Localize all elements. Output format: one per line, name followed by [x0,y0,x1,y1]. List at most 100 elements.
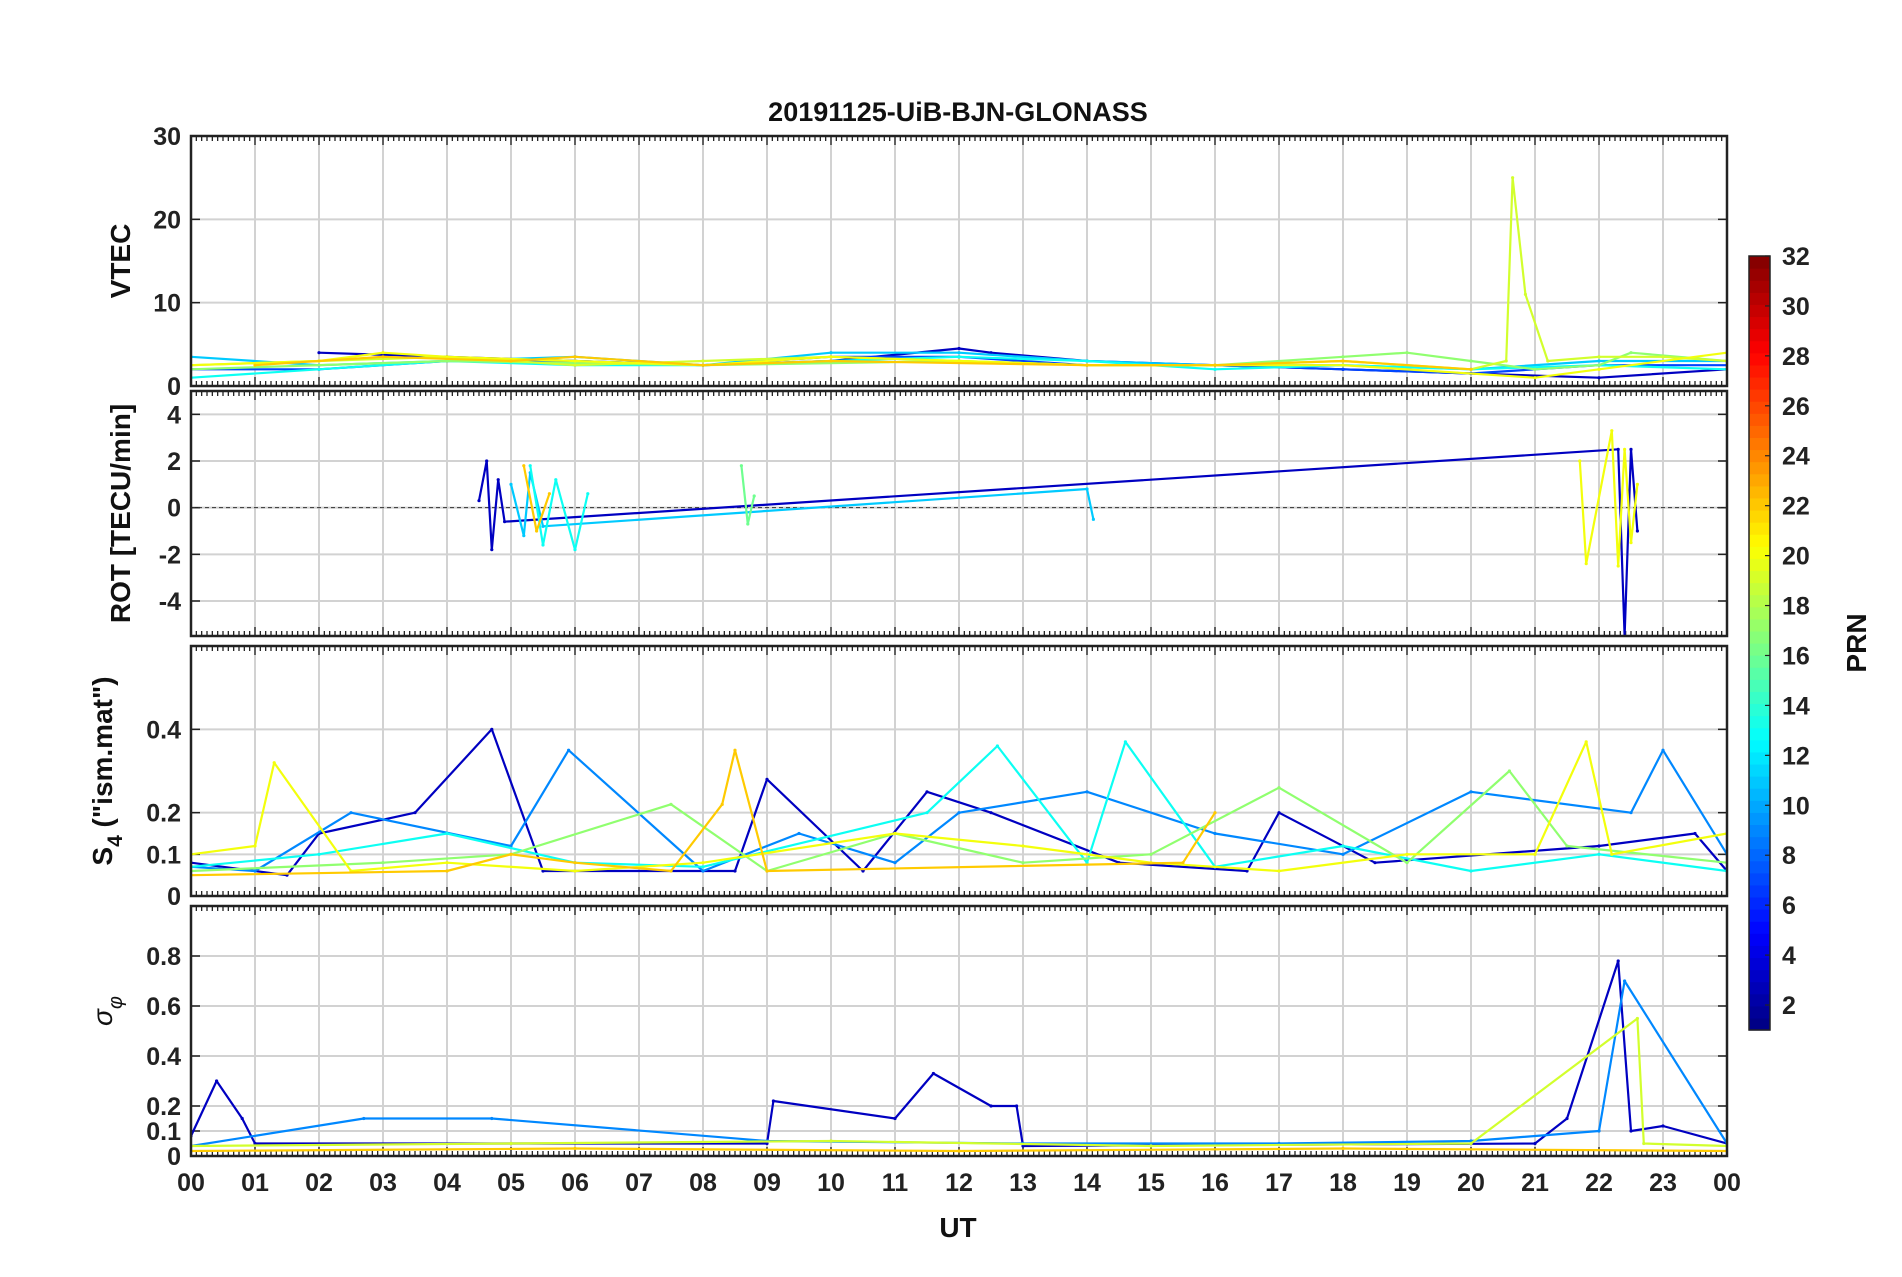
data-point-prn-16 [752,494,756,498]
colorbar-tick-label: 26 [1782,393,1810,421]
data-point-prn-22 [1181,861,1185,865]
data-point-prn-19 [509,1141,513,1146]
y-axis-label-main: S [87,847,118,866]
data-point-prn-19 [1149,1144,1153,1148]
x-tick-label: 19 [1393,1169,1421,1197]
colorbar-segment [1749,497,1770,511]
data-point-prn-3 [925,790,929,794]
data-point-prn-16 [746,522,750,526]
colorbar-tick-label: 28 [1782,343,1810,371]
data-point-prn-17 [1149,852,1153,856]
colorbar-segment [1749,981,1770,995]
y-tick-label: 20 [153,206,181,234]
data-point-prn-17 [1405,351,1409,355]
data-point-prn-20 [1610,852,1614,856]
colorbar-segment [1749,969,1770,983]
colorbar-segment [1749,376,1770,390]
data-point-prn-19 [701,359,705,363]
colorbar-segment [1749,522,1770,535]
y-axis-label-rest: ("ism.mat") [87,676,118,835]
x-tick-label: 11 [882,1169,909,1197]
x-tick-label: 20 [1457,1169,1485,1197]
data-point-prn-20 [1021,844,1025,848]
data-point-prn-22 [1341,359,1345,363]
x-tick-label: 12 [945,1169,973,1197]
data-point-prn-3 [413,811,417,815]
colorbar-segment [1749,570,1770,584]
data-point-prn-11 [829,351,833,355]
data-point-prn-19 [1661,355,1665,359]
colorbar-segment [1749,1005,1770,1019]
colorbar-tick-label: 6 [1782,892,1796,920]
y-tick-label: 30 [153,123,181,151]
data-point-prn-22 [445,869,449,873]
data-point-prn-20 [1341,363,1345,367]
data-point-prn-19 [573,363,577,367]
colorbar-segment [1749,425,1770,439]
colorbar-segment [1749,679,1770,692]
data-point-prn-17 [1405,861,1409,865]
colorbar-segment [1749,328,1770,342]
panel-1: 0 10 20 30 VTEC [105,123,1729,401]
data-point-prn-3 [490,548,494,552]
colorbar-segment [1749,800,1770,813]
data-point-prn-3 [1597,376,1601,380]
colorbar-segment [1749,618,1770,632]
data-point-prn-11 [541,524,545,528]
data-point-prn-22 [1213,363,1217,367]
data-point-prn-20 [445,861,449,865]
data-point-prn-3 [1616,447,1620,451]
data-point-prn-3 [1597,844,1601,848]
y-tick-label: 4 [167,401,181,429]
y-axis-label-sigma: σ [87,1008,118,1026]
x-tick-label: 09 [753,1169,781,1197]
data-point-prn-9 [1341,852,1345,856]
data-point-prn-9 [893,861,897,865]
data-point-prn-13 [317,367,321,371]
data-point-prn-13 [1213,367,1217,371]
colorbar-segment [1749,836,1770,850]
colorbar-tick-label: 4 [1782,942,1796,970]
y-tick-label: 0.4 [146,1043,181,1071]
data-point-prn-19 [1546,359,1550,363]
data-point-prn-9 [957,811,961,815]
colorbar: 2468101214161820222426283032PRN [1748,243,1872,1031]
data-point-prn-20 [1597,367,1601,371]
colorbar-segment [1749,945,1770,959]
colorbar-segment [1749,606,1770,620]
data-point-prn-3 [1635,529,1639,533]
x-tick-label: 06 [561,1169,589,1197]
colorbar-segment [1749,812,1770,826]
data-point-prn-3 [765,777,769,781]
data-point-prn-3 [771,1099,776,1103]
colorbar-segment [1749,437,1770,451]
data-point-prn-3 [1693,831,1697,836]
data-point-prn-3 [893,1116,897,1121]
data-point-prn-20 [1629,541,1633,545]
y-axis-label: VTEC [105,224,136,299]
colorbar-segment [1749,691,1770,705]
data-point-prn-22 [253,363,257,367]
y-tick-label: 0.2 [146,800,181,828]
colorbar-tick-label: 12 [1782,742,1810,770]
data-point-prn-22 [701,363,705,367]
colorbar-segment [1749,763,1770,777]
colorbar-segment [1749,739,1770,753]
data-point-prn-20 [1584,740,1588,744]
data-point-prn-11 [1085,487,1089,491]
data-point-prn-9 [253,869,257,873]
data-point-prn-13 [957,355,961,359]
x-tick-label: 17 [1265,1169,1293,1197]
y-tick-label: 2 [167,448,181,476]
data-point-prn-3 [1661,1124,1665,1128]
data-point-prn-20 [1405,852,1409,856]
colorbar-segment [1749,776,1770,789]
colorbar-segment [1749,1017,1770,1031]
data-point-prn-13 [1469,869,1473,873]
data-point-prn-22 [573,1146,577,1151]
colorbar-tick-label: 10 [1782,792,1810,820]
colorbar-segment [1749,643,1770,656]
data-point-prn-17 [1507,769,1511,773]
x-tick-label: 00 [177,1169,205,1197]
data-point-prn-19 [1523,292,1527,296]
